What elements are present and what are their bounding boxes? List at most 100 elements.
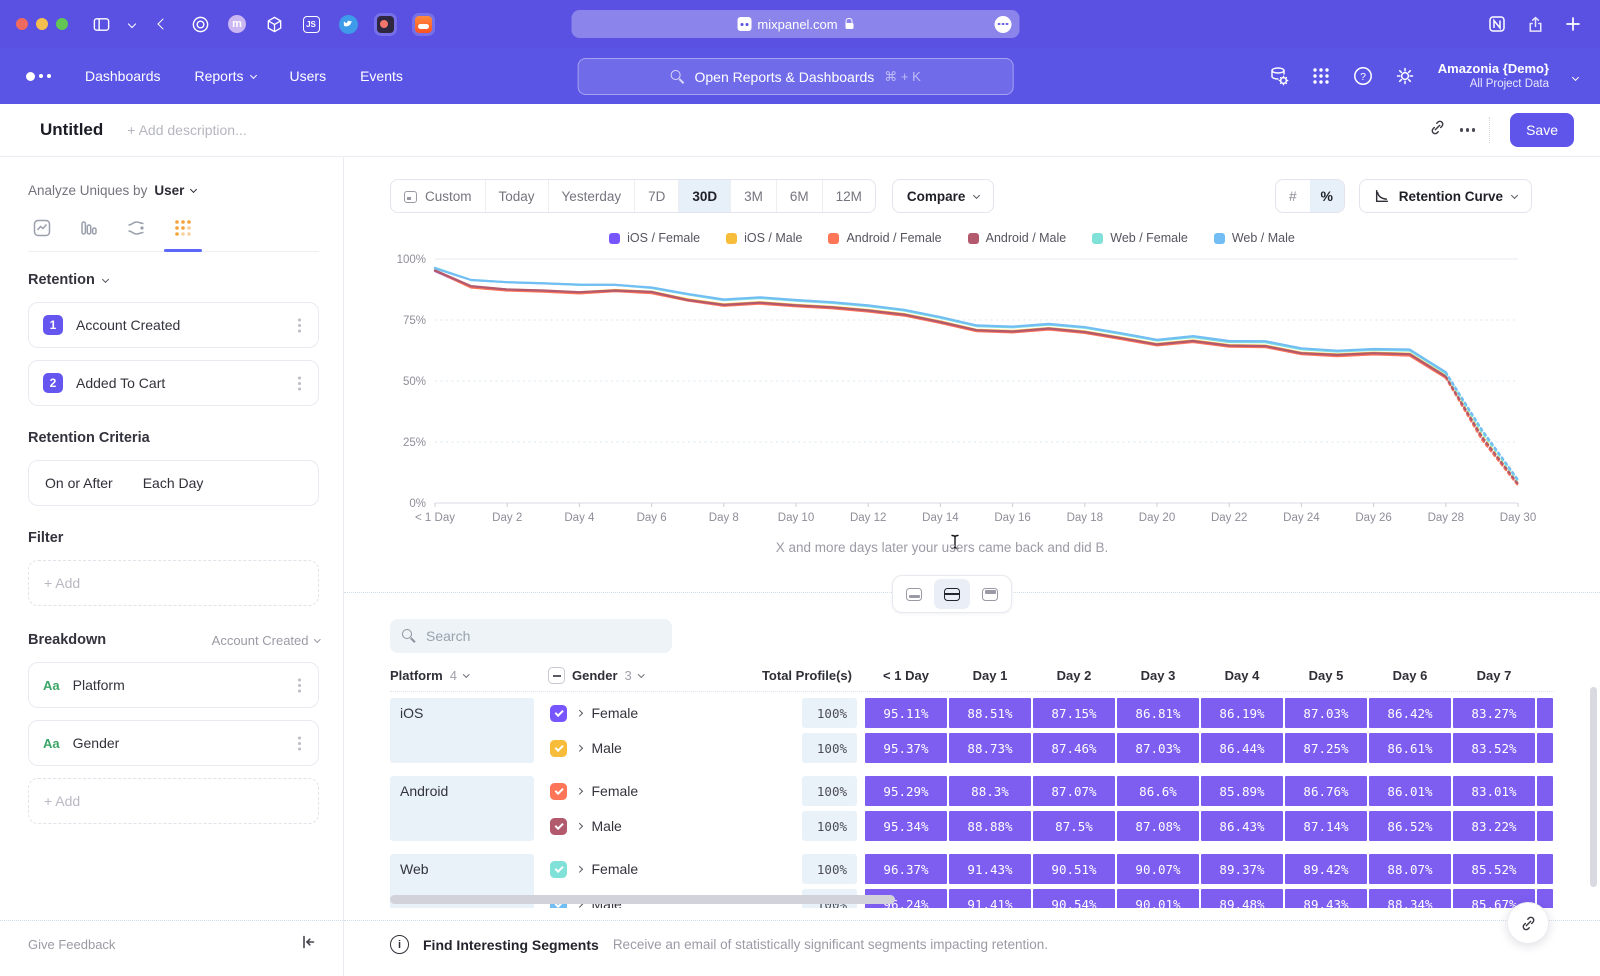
report-title[interactable]: Untitled <box>40 120 103 140</box>
retention-value-cell[interactable]: 83.22% <box>1453 811 1535 841</box>
series-checkbox[interactable] <box>550 783 567 800</box>
day-column-header[interactable]: Day 3 <box>1116 668 1200 683</box>
gender-cell[interactable]: Female <box>548 854 760 884</box>
vertical-scrollbar[interactable] <box>1590 687 1597 887</box>
gender-cell[interactable]: Female <box>548 776 760 806</box>
add-breakdown-button[interactable]: + Add <box>28 778 319 824</box>
select-all-checkbox[interactable] <box>548 667 565 684</box>
series-checkbox[interactable] <box>550 740 567 757</box>
retention-section-header[interactable]: Retention <box>28 272 319 288</box>
bird-extension-icon[interactable] <box>337 13 359 35</box>
retention-value-cell[interactable]: 86.44% <box>1201 733 1283 763</box>
unit-percent-button[interactable]: % <box>1310 180 1344 212</box>
retention-value-cell[interactable]: 87.03% <box>1285 698 1367 728</box>
retention-value-cell[interactable]: 83.27% <box>1453 698 1535 728</box>
apps-grid-icon[interactable] <box>1310 65 1332 87</box>
horizontal-scrollbar[interactable] <box>390 895 895 904</box>
nav-item-events[interactable]: Events <box>360 68 403 84</box>
new-tab-icon[interactable] <box>1562 13 1584 35</box>
day-column-header[interactable]: Day 4 <box>1200 668 1284 683</box>
share-icon[interactable] <box>1524 13 1546 35</box>
retention-value-cell[interactable]: 90.51% <box>1033 854 1115 884</box>
legend-item[interactable]: Android / Male <box>968 231 1067 245</box>
split-view-button[interactable] <box>934 579 970 609</box>
retention-value-cell[interactable]: 87.08% <box>1117 811 1199 841</box>
compare-button[interactable]: Compare <box>892 179 995 213</box>
tab-insights[interactable] <box>32 218 52 238</box>
retention-value-cell[interactable]: 91.43% <box>949 854 1031 884</box>
series-checkbox[interactable] <box>550 861 567 878</box>
retention-value-cell[interactable]: 86.43% <box>1201 811 1283 841</box>
retention-value-cell[interactable]: 85.52% <box>1453 854 1535 884</box>
collapse-sidebar-icon[interactable] <box>299 933 317 956</box>
series-checkbox[interactable] <box>550 818 567 835</box>
retention-value-cell[interactable]: 83.52% <box>1453 733 1535 763</box>
retention-value-cell[interactable]: 88.34% <box>1369 889 1451 908</box>
day-column-header[interactable]: Day 2 <box>1032 668 1116 683</box>
chart-type-selector[interactable]: Retention Curve <box>1359 179 1532 213</box>
tab-flows[interactable] <box>126 218 146 238</box>
retention-value-cell[interactable]: 86.61% <box>1369 733 1451 763</box>
retention-value-cell[interactable]: 88.73% <box>949 733 1031 763</box>
retention-value-cell[interactable]: 87.15% <box>1033 698 1115 728</box>
chevron-down-icon[interactable] <box>127 13 137 35</box>
address-bar-menu-icon[interactable] <box>995 16 1012 33</box>
global-search-button[interactable]: Open Reports & Dashboards ⌘ + K <box>578 58 1014 95</box>
platform-cell[interactable]: Android <box>390 776 534 841</box>
table-only-view-button[interactable] <box>972 579 1008 609</box>
notion-icon[interactable] <box>1486 13 1508 35</box>
total-profiles-header[interactable]: Total Profile(s) <box>760 668 864 683</box>
retention-criteria-selector[interactable]: On or After Each Day <box>28 460 319 506</box>
data-management-icon[interactable] <box>1268 65 1290 87</box>
retention-value-cell[interactable]: 87.07% <box>1033 776 1115 806</box>
js-extension-icon[interactable]: JS <box>300 13 322 35</box>
time-range-today[interactable]: Today <box>486 180 549 212</box>
retention-value-cell[interactable]: 87.25% <box>1285 733 1367 763</box>
gender-cell[interactable]: Male <box>548 811 760 841</box>
mixpanel-logo[interactable] <box>26 72 51 81</box>
retention-value-cell[interactable]: 86.52% <box>1369 811 1451 841</box>
time-range-yesterday[interactable]: Yesterday <box>549 180 636 212</box>
retention-value-cell[interactable]: 95.37% <box>865 733 947 763</box>
criteria-each-day[interactable]: Each Day <box>143 475 204 491</box>
add-description-field[interactable]: + Add description... <box>127 122 1428 138</box>
more-options-icon[interactable] <box>1466 128 1470 132</box>
nav-item-dashboards[interactable]: Dashboards <box>85 68 161 84</box>
gender-cell[interactable]: Male <box>548 733 760 763</box>
retention-value-cell[interactable]: 86.01% <box>1369 776 1451 806</box>
share-link-floating-button[interactable] <box>1507 902 1549 944</box>
close-window-button[interactable] <box>16 18 28 30</box>
browser-sidebar-icon[interactable] <box>90 13 112 35</box>
copy-link-icon[interactable] <box>1429 119 1446 141</box>
retention-value-cell[interactable]: 86.19% <box>1201 698 1283 728</box>
give-feedback-link[interactable]: Give Feedback <box>28 937 115 952</box>
kebab-menu-icon[interactable] <box>298 742 301 745</box>
time-range-30d[interactable]: 30D <box>679 180 731 212</box>
retention-value-cell[interactable]: 95.11% <box>865 698 947 728</box>
retention-value-cell[interactable]: 85.89% <box>1201 776 1283 806</box>
retention-value-cell[interactable]: 96.37% <box>865 854 947 884</box>
kebab-menu-icon[interactable] <box>298 382 301 385</box>
legend-item[interactable]: iOS / Male <box>726 231 802 245</box>
legend-item[interactable]: Android / Female <box>828 231 941 245</box>
gender-cell[interactable]: Female <box>548 698 760 728</box>
legend-item[interactable]: iOS / Female <box>609 231 700 245</box>
series-checkbox[interactable] <box>550 705 567 722</box>
kebab-menu-icon[interactable] <box>298 684 301 687</box>
retention-value-cell[interactable]: 90.07% <box>1117 854 1199 884</box>
time-range-custom[interactable]: Custom <box>391 180 486 212</box>
legend-item[interactable]: Web / Female <box>1092 231 1188 245</box>
expand-chevron-icon[interactable] <box>576 866 582 872</box>
minimize-window-button[interactable] <box>36 18 48 30</box>
breakdown-item-platform[interactable]: AaPlatform <box>28 662 319 708</box>
expand-chevron-icon[interactable] <box>576 788 582 794</box>
analyze-uniques-selector[interactable]: Analyze Uniques by User <box>28 183 319 198</box>
retention-step-2[interactable]: 2Added To Cart <box>28 360 319 406</box>
retention-value-cell[interactable]: 89.37% <box>1201 854 1283 884</box>
chart-only-view-button[interactable] <box>896 579 932 609</box>
breakdown-item-gender[interactable]: AaGender <box>28 720 319 766</box>
retention-value-cell[interactable]: 87.46% <box>1033 733 1115 763</box>
address-bar[interactable]: mixpanel.com <box>572 10 1020 38</box>
retention-value-cell[interactable]: 88.07% <box>1369 854 1451 884</box>
table-search-input[interactable]: Search <box>390 619 672 653</box>
